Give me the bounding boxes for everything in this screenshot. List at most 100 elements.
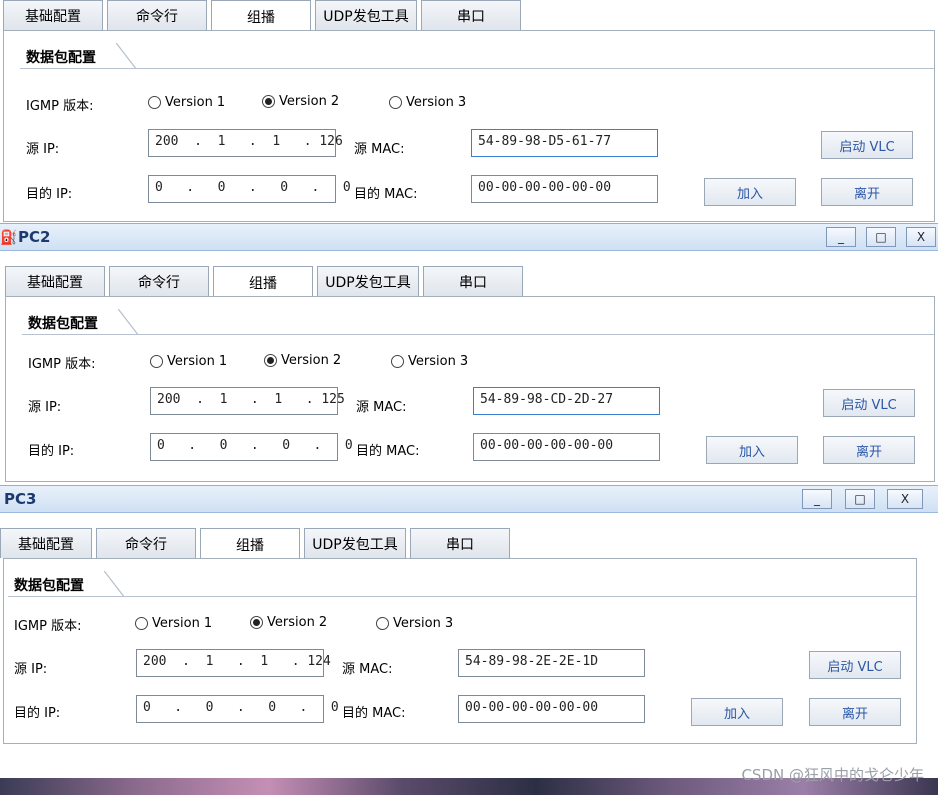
leave-button[interactable]: 离开 <box>821 178 913 206</box>
radio-on-icon <box>262 95 275 108</box>
radio-version-1[interactable]: Version 1 <box>148 95 225 110</box>
src-mac-input[interactable]: 54-89-98-D5-61-77 <box>471 129 658 157</box>
join-button[interactable]: 加入 <box>704 178 796 206</box>
src-mac-input[interactable]: 54-89-98-2E-2E-1D <box>458 649 645 677</box>
group-divider <box>118 596 916 597</box>
src-mac-label: 源 MAC: <box>356 400 407 415</box>
leave-button[interactable]: 离开 <box>823 436 915 464</box>
radio-off-icon <box>391 355 404 368</box>
radio-label: Version 1 <box>165 95 226 110</box>
radio-off-icon <box>389 96 402 109</box>
group-title: 数据包配置 <box>22 309 132 335</box>
leave-button[interactable]: 离开 <box>809 698 901 726</box>
pc1-window: 基础配置 命令行 组播 UDP发包工具 串口 数据包配置 IGMP 版本: Ve… <box>0 0 938 222</box>
window-title: PC2 <box>18 228 51 246</box>
dst-mac-input[interactable]: 00-00-00-00-00-00 <box>471 175 658 203</box>
tab-basic-config[interactable]: 基础配置 <box>0 528 92 558</box>
dst-ip-input[interactable]: 0 . 0 . 0 . 0 <box>148 175 351 203</box>
radio-label: Version 2 <box>279 94 340 109</box>
radio-on-icon <box>264 354 277 367</box>
igmp-version-label: IGMP 版本: <box>26 99 94 114</box>
group-title: 数据包配置 <box>8 571 118 597</box>
tab-multicast[interactable]: 组播 <box>213 266 313 298</box>
group-divider <box>130 68 934 69</box>
packet-config-group: 数据包配置 IGMP 版本: Version 1 Version 2 Versi… <box>5 296 935 482</box>
dst-mac-input[interactable]: 00-00-00-00-00-00 <box>473 433 660 461</box>
start-vlc-button[interactable]: 启动 VLC <box>809 651 901 679</box>
dst-ip-label: 目的 IP: <box>26 187 73 202</box>
radio-off-icon <box>150 355 163 368</box>
tab-serial[interactable]: 串口 <box>410 528 510 558</box>
tab-serial[interactable]: 串口 <box>421 0 521 30</box>
tab-multicast[interactable]: 组播 <box>211 0 311 32</box>
src-ip-label: 源 IP: <box>26 142 60 157</box>
radio-version-2[interactable]: Version 2 <box>264 353 341 368</box>
tab-basic-config[interactable]: 基础配置 <box>5 266 105 296</box>
tab-basic-config[interactable]: 基础配置 <box>3 0 103 30</box>
radio-label: Version 3 <box>408 354 469 369</box>
close-button[interactable]: X <box>906 227 936 247</box>
radio-label: Version 1 <box>152 616 213 631</box>
pc2-window: 基础配置 命令行 组播 UDP发包工具 串口 数据包配置 IGMP 版本: Ve… <box>2 266 938 484</box>
radio-label: Version 2 <box>267 615 328 630</box>
tab-udp-tool[interactable]: UDP发包工具 <box>315 0 417 30</box>
tab-udp-tool[interactable]: UDP发包工具 <box>304 528 406 558</box>
pc3-titlebar[interactable]: PC3 _ □ X <box>0 485 938 513</box>
src-ip-input[interactable]: 200 . 1 . 1 . 124 <box>136 649 331 677</box>
radio-label: Version 3 <box>393 616 454 631</box>
src-mac-input[interactable]: 54-89-98-CD-2D-27 <box>473 387 660 415</box>
group-title: 数据包配置 <box>20 43 130 69</box>
group-divider <box>132 334 934 335</box>
window-title: PC3 <box>4 490 37 508</box>
maximize-button[interactable]: □ <box>845 489 875 509</box>
maximize-button[interactable]: □ <box>866 227 896 247</box>
group-title-corner <box>118 309 138 335</box>
tab-command-line[interactable]: 命令行 <box>109 266 209 296</box>
tab-udp-tool[interactable]: UDP发包工具 <box>317 266 419 296</box>
dst-mac-label: 目的 MAC: <box>354 187 418 202</box>
radio-version-2[interactable]: Version 2 <box>262 94 339 109</box>
src-ip-input[interactable]: 200 . 1 . 1 . 126 <box>148 129 343 157</box>
dst-ip-label: 目的 IP: <box>14 706 61 721</box>
radio-off-icon <box>135 617 148 630</box>
radio-on-icon <box>250 616 263 629</box>
igmp-version-label: IGMP 版本: <box>28 357 96 372</box>
start-vlc-button[interactable]: 启动 VLC <box>821 131 913 159</box>
src-mac-label: 源 MAC: <box>342 662 393 677</box>
radio-label: Version 3 <box>406 95 467 110</box>
radio-off-icon <box>148 96 161 109</box>
dst-mac-input[interactable]: 00-00-00-00-00-00 <box>458 695 645 723</box>
dst-ip-input[interactable]: 0 . 0 . 0 . 0 <box>136 695 339 723</box>
dst-mac-label: 目的 MAC: <box>356 444 420 459</box>
radio-version-3[interactable]: Version 3 <box>389 95 466 110</box>
close-button[interactable]: X <box>887 489 923 509</box>
tab-command-line[interactable]: 命令行 <box>96 528 196 558</box>
join-button[interactable]: 加入 <box>706 436 798 464</box>
packet-config-group: 数据包配置 IGMP 版本: Version 1 Version 2 Versi… <box>3 30 935 222</box>
pc-app-icon: ⛽ <box>0 230 18 246</box>
start-vlc-button[interactable]: 启动 VLC <box>823 389 915 417</box>
radio-version-1[interactable]: Version 1 <box>150 354 227 369</box>
radio-version-3[interactable]: Version 3 <box>391 354 468 369</box>
radio-label: Version 2 <box>281 353 342 368</box>
join-button[interactable]: 加入 <box>691 698 783 726</box>
tab-multicast[interactable]: 组播 <box>200 528 300 560</box>
tab-command-line[interactable]: 命令行 <box>107 0 207 30</box>
radio-label: Version 1 <box>167 354 228 369</box>
radio-off-icon <box>376 617 389 630</box>
tab-serial[interactable]: 串口 <box>423 266 523 296</box>
src-ip-label: 源 IP: <box>28 400 62 415</box>
group-title-corner <box>104 571 124 597</box>
pc3-window: 基础配置 命令行 组播 UDP发包工具 串口 数据包配置 IGMP 版本: Ve… <box>0 528 922 746</box>
src-mac-label: 源 MAC: <box>354 142 405 157</box>
pc2-titlebar[interactable]: ⛽ PC2 _ □ X <box>0 223 938 251</box>
igmp-version-label: IGMP 版本: <box>14 619 82 634</box>
radio-version-1[interactable]: Version 1 <box>135 616 212 631</box>
dst-ip-input[interactable]: 0 . 0 . 0 . 0 <box>150 433 353 461</box>
minimize-button[interactable]: _ <box>802 489 832 509</box>
csdn-watermark: CSDN @狂风中的戈仑少年 <box>741 766 924 784</box>
minimize-button[interactable]: _ <box>826 227 856 247</box>
radio-version-3[interactable]: Version 3 <box>376 616 453 631</box>
src-ip-input[interactable]: 200 . 1 . 1 . 125 <box>150 387 345 415</box>
radio-version-2[interactable]: Version 2 <box>250 615 327 630</box>
